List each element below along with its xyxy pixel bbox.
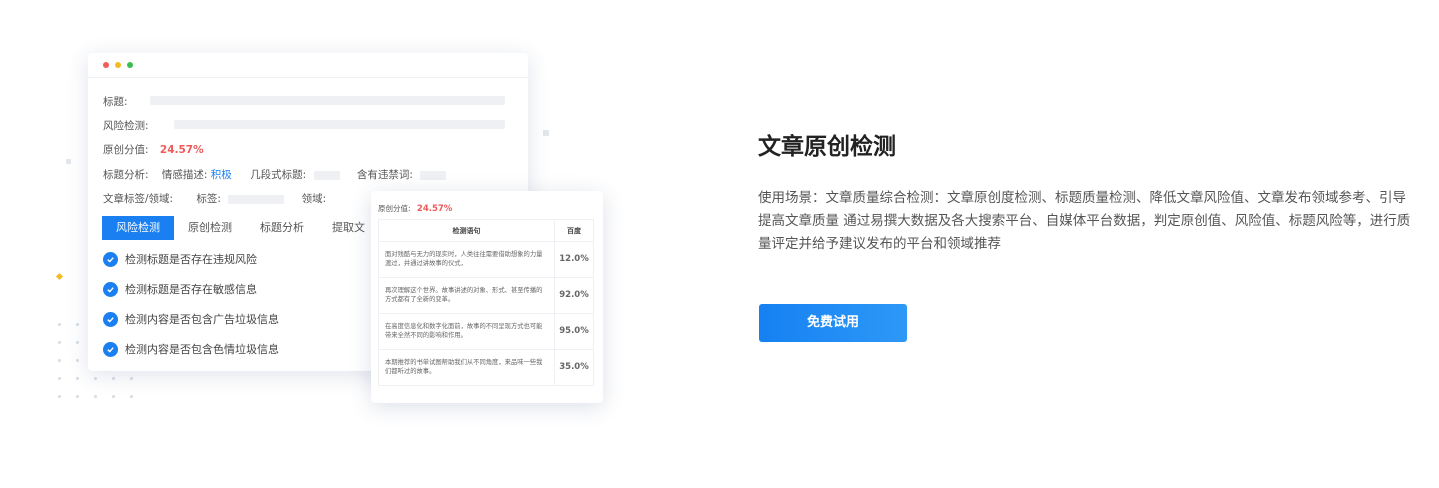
gray-square-decoration — [543, 130, 549, 136]
check-item-label: 检测标题是否存在敏感信息 — [125, 283, 257, 296]
title-row: 标题: — [103, 94, 128, 109]
check-item: 检测内容是否包含广告垃圾信息 — [103, 311, 279, 327]
banned-words-label: 含有违禁词: — [356, 169, 413, 181]
table-row: 在高度信息化和数字化面前，故事的不同呈现方式也可能带来全然不同的影响和作用。 9… — [378, 313, 594, 350]
risk-label: 风险检测: — [103, 120, 149, 132]
detection-tabs: 风险检测 原创检测 标题分析 提取文 — [102, 216, 379, 240]
paragraph-title-label: 几段式标题: — [250, 169, 307, 181]
tags-domain-label: 文章标签/领域: — [103, 193, 174, 205]
tab-extract[interactable]: 提取文 — [318, 216, 379, 240]
maximize-dot-icon — [127, 62, 133, 68]
gray-square-decoration — [66, 159, 71, 164]
check-item: 检测标题是否存在违规风险 — [103, 251, 257, 267]
score-cell: 12.0% — [554, 241, 594, 278]
check-item-label: 检测标题是否存在违规风险 — [125, 253, 257, 266]
check-circle-icon — [103, 341, 118, 357]
tab-originality-detection[interactable]: 原创检测 — [174, 216, 246, 240]
title-analysis-row: 标题分析: 情感描述: 积极 几段式标题: 含有违禁词: — [103, 167, 460, 182]
score-cell: 95.0% — [554, 313, 594, 350]
originality-row: 原创分值: 24.57% — [103, 142, 204, 157]
free-trial-button[interactable]: 免费试用 — [759, 304, 907, 342]
sentence-cell: 本期推荐的书单试图帮助我们从不同角度，来品味一些我们都听过的故事。 — [378, 349, 555, 386]
sentence-cell: 面对残酷与无力的现实时，人类往往需要借助想象的力量渡过，并通过讲故事的仪式， — [378, 241, 555, 278]
sentence-cell: 在高度信息化和数字化面前，故事的不同呈现方式也可能带来全然不同的影响和作用。 — [378, 313, 555, 350]
title-placeholder-bar — [150, 96, 505, 105]
sentiment-value: 积极 — [210, 169, 232, 181]
overlay-originality-row: 原创分值: 24.57% — [378, 203, 452, 214]
tags-label: 标签: — [196, 193, 221, 205]
paragraph-title-placeholder — [313, 170, 340, 180]
domain-label: 领域: — [301, 193, 327, 205]
banned-words-placeholder — [420, 170, 447, 180]
minimize-dot-icon — [115, 62, 121, 68]
title-label: 标题: — [103, 96, 128, 108]
check-circle-icon — [103, 311, 118, 327]
column-header-sentence: 检测语句 — [378, 219, 555, 242]
tags-domain-row: 文章标签/领域: 标签: 领域: — [103, 191, 326, 206]
window-titlebar — [88, 53, 528, 78]
table-row: 本期推荐的书单试图帮助我们从不同角度，来品味一些我们都听过的故事。 35.0% — [378, 349, 594, 386]
check-item-label: 检测内容是否包含广告垃圾信息 — [125, 313, 279, 326]
check-item: 检测内容是否包含色情垃圾信息 — [103, 341, 279, 357]
tab-risk-detection[interactable]: 风险检测 — [102, 216, 174, 240]
score-cell: 35.0% — [554, 349, 594, 386]
check-circle-icon — [103, 251, 118, 267]
score-cell: 92.0% — [554, 277, 594, 314]
column-header-baidu: 百度 — [554, 219, 594, 242]
section-title: 文章原创检测 — [758, 134, 896, 160]
tags-placeholder — [228, 194, 285, 204]
section-description: 使用场景：文章质量综合检测：文章原创度检测、标题质量检测、降低文章风险值、文章发… — [758, 190, 1411, 252]
sentence-cell: 再次理解这个世界。故事讲述的对象、形式、甚至传播的方式都有了全新的变革。 — [378, 277, 555, 314]
table-row: 面对残酷与无力的现实时，人类往往需要借助想象的力量渡过，并通过讲故事的仪式， 1… — [378, 241, 594, 278]
sentiment-label: 情感描述: — [161, 169, 208, 181]
overlay-originality-label: 原创分值: — [378, 204, 411, 213]
overlay-originality-score: 24.57% — [416, 204, 453, 214]
risk-row: 风险检测: — [103, 118, 149, 133]
check-item: 检测标题是否存在敏感信息 — [103, 281, 257, 297]
check-circle-icon — [103, 281, 118, 297]
title-analysis-label: 标题分析: — [103, 169, 149, 181]
yellow-square-decoration — [55, 272, 64, 281]
table-row: 再次理解这个世界。故事讲述的对象、形式、甚至传播的方式都有了全新的变革。 92.… — [378, 277, 594, 314]
originality-table: 检测语句 百度 面对残酷与无力的现实时，人类往往需要借助想象的力量渡过，并通过讲… — [378, 219, 594, 386]
originality-label: 原创分值: — [103, 144, 149, 156]
close-dot-icon — [103, 62, 109, 68]
originality-result-card: 原创分值: 24.57% 检测语句 百度 面对残酷与无力的现实时，人类往往需要借… — [371, 191, 603, 403]
tab-title-analysis[interactable]: 标题分析 — [246, 216, 318, 240]
check-item-label: 检测内容是否包含色情垃圾信息 — [125, 343, 279, 356]
table-header-row: 检测语句 百度 — [378, 219, 594, 242]
originality-score: 24.57% — [159, 144, 204, 156]
risk-placeholder-bar — [174, 120, 505, 129]
